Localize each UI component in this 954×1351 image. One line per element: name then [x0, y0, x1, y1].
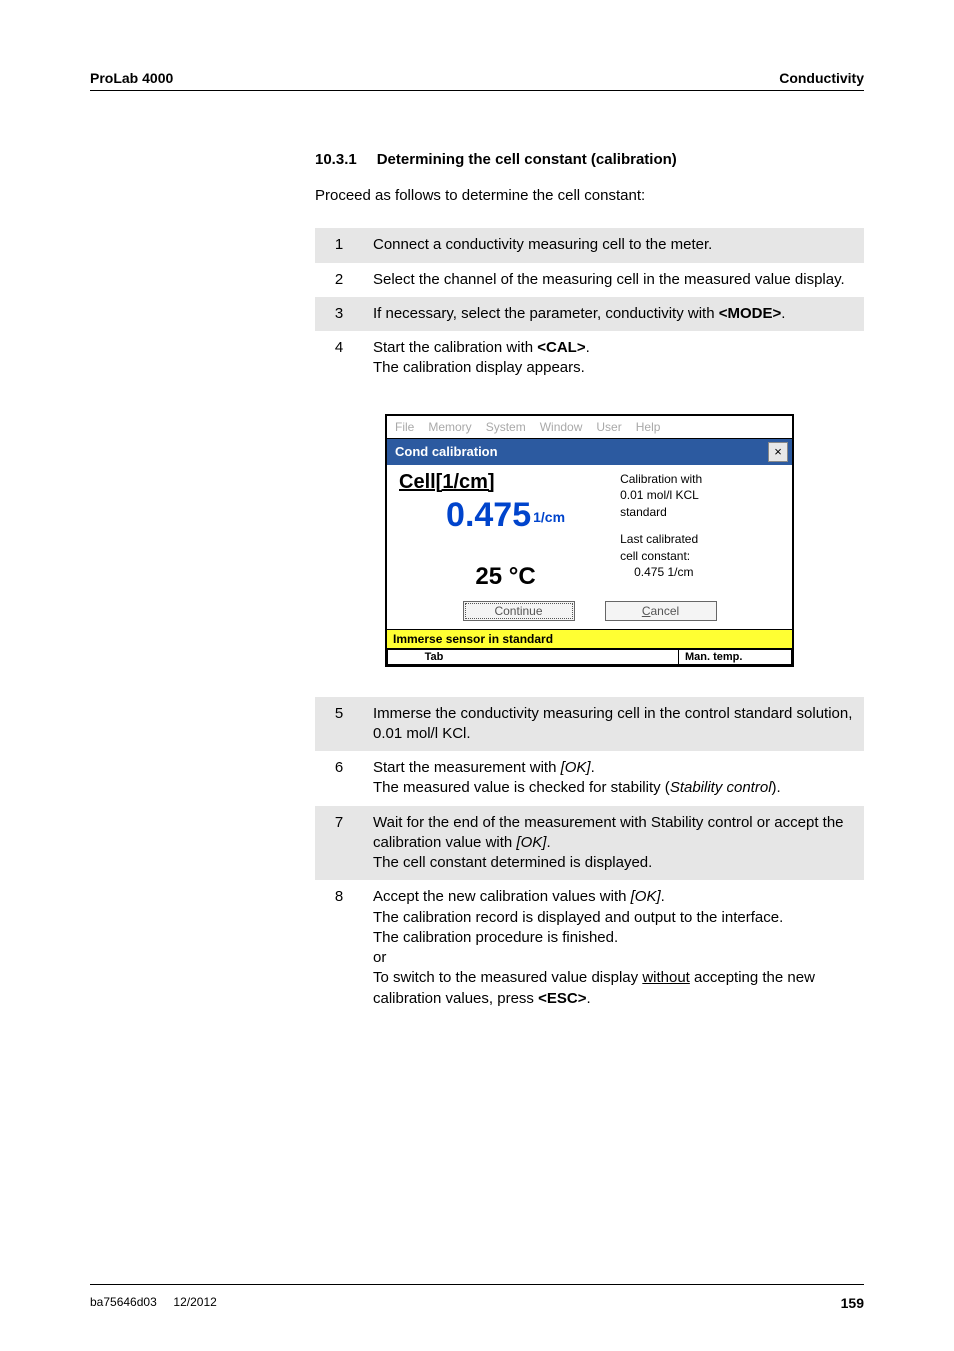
table-row: 6 Start the measurement with [OK]. The m…	[315, 751, 864, 806]
step-text-part: Accept the new calibration values with	[373, 888, 631, 905]
step-text-part: Start the calibration with	[373, 339, 537, 356]
menu-help[interactable]: Help	[636, 420, 661, 434]
step-text-part: To switch to the measured value display	[373, 969, 642, 986]
step-text-part: .	[661, 888, 665, 905]
ok-key: [OK]	[516, 834, 546, 851]
info-line: 0.01 mol/l KCL	[620, 487, 784, 504]
key-mode: <MODE>	[719, 305, 782, 322]
step-number: 5	[315, 697, 363, 752]
info-line: cell constant:	[620, 548, 784, 565]
table-row: 7 Wait for the end of the measurement wi…	[315, 806, 864, 881]
info-line: Last calibrated	[620, 531, 784, 548]
footer-date: 12/2012	[173, 1295, 216, 1309]
table-row: 2 Select the channel of the measuring ce…	[315, 263, 864, 297]
step-text-part: or	[373, 949, 386, 966]
footbar-man-temp[interactable]: Man. temp.	[678, 649, 792, 665]
footbar-spacer	[480, 649, 678, 665]
step-number: 8	[315, 880, 363, 1016]
intro-paragraph: Proceed as follows to determine the cell…	[315, 186, 864, 206]
step-text-part: .	[586, 339, 590, 356]
dialog-titlebar: Cond calibration ×	[387, 439, 792, 465]
table-row: 5 Immerse the conductivity measuring cel…	[315, 697, 864, 752]
step-text-part: .	[546, 834, 550, 851]
footer-page-number: 159	[841, 1295, 864, 1311]
ok-key: [OK]	[631, 888, 661, 905]
header-right: Conductivity	[779, 70, 864, 86]
step-text-part: The calibration record is displayed and …	[373, 909, 783, 926]
table-row: 4 Start the calibration with <CAL>. The …	[315, 331, 864, 386]
step-text-part: .	[591, 759, 595, 776]
menu-window[interactable]: Window	[540, 420, 583, 434]
step-text: Wait for the end of the measurement with…	[363, 806, 864, 881]
step-text: Start the measurement with [OK]. The mea…	[363, 751, 864, 806]
step-text-part: The calibration display appears.	[373, 359, 585, 376]
step-text-part: .	[586, 990, 590, 1007]
section-number: 10.3.1	[315, 151, 357, 168]
step-number: 3	[315, 297, 363, 331]
steps-table-1: 1 Connect a conductivity measuring cell …	[315, 228, 864, 385]
without-underline: without	[642, 969, 690, 986]
menu-user[interactable]: User	[596, 420, 621, 434]
cancel-button[interactable]: Cancel	[605, 601, 717, 621]
continue-button[interactable]: Continue	[463, 601, 575, 621]
step-number: 2	[315, 263, 363, 297]
table-row: 1 Connect a conductivity measuring cell …	[315, 228, 864, 262]
cancel-rest: ancel	[650, 604, 679, 618]
step-text-part: The measured value is checked for stabil…	[373, 779, 670, 796]
dialog-title: Cond calibration	[395, 444, 498, 459]
calibration-dialog: File Memory System Window User Help Cond…	[385, 414, 794, 667]
page-footer: ba75646d03 12/2012 159	[90, 1284, 864, 1311]
step-text: If necessary, select the parameter, cond…	[363, 297, 864, 331]
step-number: 6	[315, 751, 363, 806]
cell-unit-label: Cell[1/cm]	[399, 471, 612, 494]
footbar-tab[interactable]: Tab	[387, 649, 480, 665]
step-text-part: ).	[772, 779, 781, 796]
key-esc: <ESC>	[538, 990, 586, 1007]
step-number: 7	[315, 806, 363, 881]
menu-file[interactable]: File	[395, 420, 414, 434]
value-number: 0.475	[446, 496, 531, 534]
step-text: Select the channel of the measuring cell…	[363, 263, 864, 297]
dialog-statusbar: Immerse sensor in standard	[387, 629, 792, 649]
section-heading: 10.3.1 Determining the cell constant (cal…	[315, 151, 864, 168]
section-title-text: Determining the cell constant (calibrati…	[377, 151, 677, 168]
step-text-part: The calibration procedure is finished.	[373, 929, 618, 946]
step-text: Immerse the conductivity measuring cell …	[363, 697, 864, 752]
steps-table-2: 5 Immerse the conductivity measuring cel…	[315, 697, 864, 1016]
key-cal: <CAL>	[537, 339, 585, 356]
step-text-part: The cell constant determined is displaye…	[373, 854, 652, 871]
step-text-part: Start the measurement with	[373, 759, 561, 776]
cell-constant-value: 0.4751/cm	[399, 496, 612, 535]
step-text: Accept the new calibration values with […	[363, 880, 864, 1016]
step-text-part: .	[781, 305, 785, 322]
temperature-value: 25 °C	[399, 563, 612, 591]
table-row: 3 If necessary, select the parameter, co…	[315, 297, 864, 331]
close-icon[interactable]: ×	[768, 442, 788, 462]
step-number: 1	[315, 228, 363, 262]
step-text: Start the calibration with <CAL>. The ca…	[363, 331, 864, 386]
stability-control-term: Stability control	[670, 779, 772, 796]
menu-memory[interactable]: Memory	[428, 420, 471, 434]
value-unit: 1/cm	[533, 509, 565, 525]
dialog-info-panel: Calibration with 0.01 mol/l KCL standard…	[616, 465, 792, 595]
step-number: 4	[315, 331, 363, 386]
dialog-menubar: File Memory System Window User Help	[387, 416, 792, 439]
step-text-part: Wait for the end of the measurement with…	[373, 814, 844, 851]
info-line: standard	[620, 504, 784, 521]
info-line: 0.475 1/cm	[620, 564, 784, 581]
step-text-part: If necessary, select the parameter, cond…	[373, 305, 719, 322]
info-line: Calibration with	[620, 471, 784, 488]
footer-doc-id: ba75646d03	[90, 1295, 157, 1309]
step-text: Connect a conductivity measuring cell to…	[363, 228, 864, 262]
dialog-footbar: Tab Man. temp.	[387, 649, 792, 665]
ok-key: [OK]	[561, 759, 591, 776]
table-row: 8 Accept the new calibration values with…	[315, 880, 864, 1016]
menu-system[interactable]: System	[486, 420, 526, 434]
header-left: ProLab 4000	[90, 70, 173, 86]
